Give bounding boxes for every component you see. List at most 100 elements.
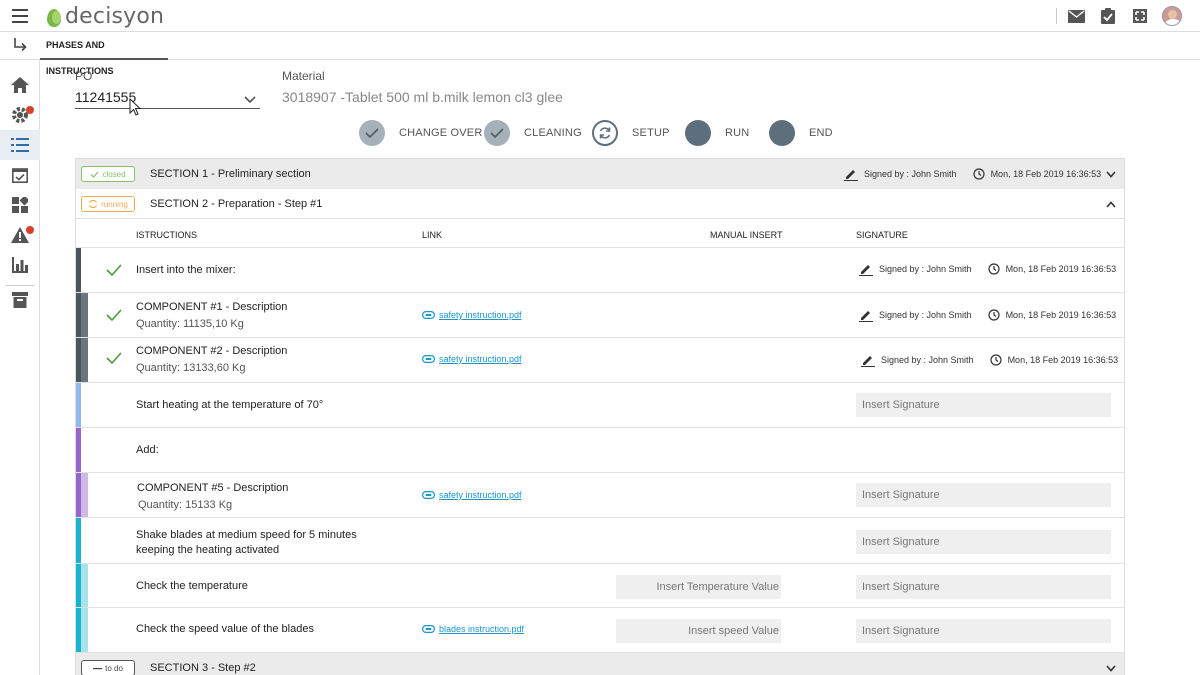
clock-icon bbox=[989, 354, 1002, 366]
tab-phases-and-instructions[interactable]: PHASES AND INSTRUCTIONS bbox=[40, 32, 168, 76]
phase-label: END bbox=[809, 127, 833, 139]
pen-icon bbox=[844, 170, 858, 181]
phase-end[interactable]: END bbox=[769, 120, 833, 146]
section-title: SECTION 3 - Step #2 bbox=[150, 662, 256, 674]
top-bar: decisyon bbox=[0, 0, 1200, 32]
table-row: Check the temperature Insert Temperature… bbox=[76, 564, 1124, 608]
pen-icon bbox=[859, 265, 873, 276]
instruction-text: COMPONENT #2 - Description bbox=[136, 345, 288, 357]
table-row: Check the speed value of the blades blad… bbox=[76, 608, 1124, 653]
instruction-text: Add: bbox=[136, 444, 159, 456]
dashboard-icon[interactable] bbox=[0, 190, 40, 220]
phase-dot bbox=[685, 120, 711, 146]
signature-input[interactable]: Insert Signature bbox=[856, 619, 1111, 643]
signature-input[interactable]: Insert Signature bbox=[856, 393, 1111, 417]
po-value: 11241555 bbox=[75, 89, 137, 105]
quantity-text: Quantity: 15133 Kg bbox=[138, 499, 233, 511]
status-badge: to do bbox=[81, 660, 135, 675]
paperclip-icon bbox=[422, 355, 435, 363]
refresh-icon bbox=[592, 120, 618, 146]
paperclip-icon bbox=[422, 491, 435, 499]
paperclip-icon bbox=[422, 311, 435, 319]
mail-icon[interactable] bbox=[1066, 6, 1086, 26]
chevron-down-icon[interactable] bbox=[1106, 663, 1116, 675]
user-avatar[interactable] bbox=[1162, 6, 1182, 26]
calendar-check-icon[interactable] bbox=[0, 160, 40, 190]
table-row: Start heating at the temperature of 70° … bbox=[76, 383, 1124, 428]
checklist-icon[interactable] bbox=[1098, 6, 1118, 26]
chevron-down-icon[interactable] bbox=[1106, 169, 1116, 181]
phase-setup[interactable]: SETUP bbox=[592, 120, 670, 146]
attachment-link[interactable]: blades instruction.pdf bbox=[422, 624, 524, 634]
return-arrow-icon[interactable] bbox=[12, 37, 28, 58]
status-badge: closed bbox=[81, 166, 135, 182]
chevron-down-icon[interactable] bbox=[244, 91, 256, 107]
phase-cleaning[interactable]: CLEANING bbox=[484, 120, 582, 146]
sidebar bbox=[0, 60, 40, 675]
column-header-link: LINK bbox=[422, 230, 443, 240]
po-select[interactable]: 11241555 bbox=[75, 89, 260, 109]
notification-badge bbox=[26, 226, 34, 234]
instruction-text: Check the speed value of the blades bbox=[136, 623, 314, 635]
instruction-text: COMPONENT #1 - Description bbox=[136, 301, 288, 313]
instruction-text: Shake blades at medium speed for 5 minut… bbox=[136, 529, 357, 541]
archive-icon[interactable] bbox=[0, 285, 40, 315]
signature-input[interactable]: Insert Signature bbox=[856, 575, 1111, 599]
logo: decisyon bbox=[45, 4, 164, 29]
phase-run[interactable]: RUN bbox=[685, 120, 749, 146]
list-icon[interactable] bbox=[0, 130, 40, 160]
check-icon bbox=[106, 264, 122, 276]
pen-icon bbox=[861, 356, 875, 367]
notification-badge bbox=[26, 106, 34, 114]
instruction-text: COMPONENT #5 - Description bbox=[137, 482, 289, 494]
phase-label: SETUP bbox=[632, 127, 670, 139]
status-badge: running bbox=[81, 196, 135, 212]
signature-input[interactable]: Insert Signature bbox=[856, 530, 1111, 554]
attachment-link[interactable]: safety instruction.pdf bbox=[422, 490, 522, 500]
instruction-text-line2: keeping the heating activated bbox=[136, 544, 280, 556]
table-row: COMPONENT #1 - Description Quantity: 111… bbox=[76, 293, 1124, 338]
logo-mark-icon bbox=[45, 6, 63, 28]
instruction-text: Insert into the mixer: bbox=[136, 264, 236, 276]
instructions-table: closed SECTION 1 - Preliminary section S… bbox=[75, 158, 1125, 675]
check-icon bbox=[359, 120, 385, 146]
phase-dot bbox=[769, 120, 795, 146]
paperclip-icon bbox=[422, 625, 435, 633]
instruction-text: Start heating at the temperature of 70° bbox=[136, 399, 324, 411]
column-header-manual-insert: MANUAL INSERT bbox=[710, 230, 783, 240]
check-icon bbox=[106, 352, 122, 364]
phase-change-over[interactable]: CHANGE OVER bbox=[359, 120, 483, 146]
signature-input[interactable]: Insert Signature bbox=[856, 483, 1111, 507]
bar-chart-icon[interactable] bbox=[0, 250, 40, 280]
speed-input[interactable]: Insert speed Value bbox=[616, 619, 781, 643]
phase-label: CLEANING bbox=[524, 127, 582, 139]
table-row: Insert into the mixer: Signed by : John … bbox=[76, 248, 1124, 293]
chevron-up-icon[interactable] bbox=[1106, 199, 1116, 211]
section-title: SECTION 1 - Preliminary section bbox=[150, 168, 311, 180]
section-1-header[interactable]: closed SECTION 1 - Preliminary section S… bbox=[76, 159, 1124, 189]
table-header: ISTRUCTIONS LINK MANUAL INSERT SIGNATURE bbox=[76, 219, 1124, 248]
clock-icon bbox=[987, 309, 1000, 321]
fullscreen-icon[interactable] bbox=[1130, 6, 1150, 26]
material-value: 3018907 -Tablet 500 ml b.milk lemon cl3 … bbox=[282, 89, 563, 105]
check-icon bbox=[106, 309, 122, 321]
clock-icon bbox=[987, 263, 1000, 275]
section-2-header[interactable]: running SECTION 2 - Preparation - Step #… bbox=[76, 189, 1124, 219]
menu-icon[interactable] bbox=[12, 9, 28, 23]
signature-info: Signed by : John Smith Mon, 18 Feb 2019 … bbox=[859, 262, 1116, 276]
temperature-input[interactable]: Insert Temperature Value bbox=[616, 575, 781, 599]
warning-icon[interactable] bbox=[0, 220, 40, 250]
home-icon[interactable] bbox=[0, 70, 40, 100]
table-row: Add: bbox=[76, 428, 1124, 473]
section-3-header[interactable]: to do SECTION 3 - Step #2 bbox=[76, 653, 1124, 675]
table-row: COMPONENT #2 - Description Quantity: 131… bbox=[76, 338, 1124, 383]
phase-label: CHANGE OVER bbox=[399, 127, 483, 139]
attachment-link[interactable]: safety instruction.pdf bbox=[422, 354, 522, 364]
logo-text: decisyon bbox=[65, 4, 165, 29]
sub-bar: PHASES AND INSTRUCTIONS bbox=[0, 32, 1200, 76]
table-row: Shake blades at medium speed for 5 minut… bbox=[76, 518, 1124, 564]
settings-icon[interactable] bbox=[0, 100, 40, 130]
signature-info: Signed by : John Smith Mon, 18 Feb 2019 … bbox=[844, 167, 1101, 181]
instruction-text: Check the temperature bbox=[136, 580, 248, 592]
attachment-link[interactable]: safety instruction.pdf bbox=[422, 310, 522, 320]
